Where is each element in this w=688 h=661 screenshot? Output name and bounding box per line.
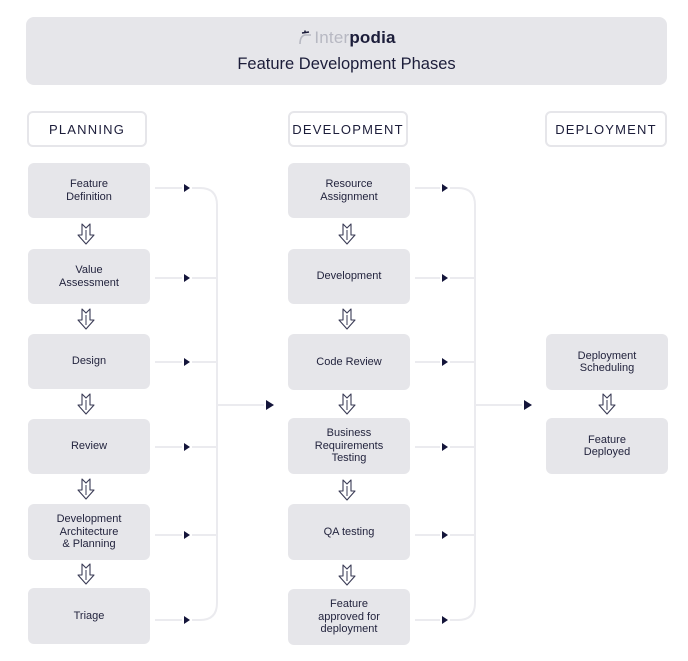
arrowhead-icon bbox=[442, 184, 448, 192]
step-feature-definition: Feature Definition bbox=[28, 163, 150, 218]
connector-dev-1 bbox=[415, 187, 476, 621]
down-arrow-icon bbox=[76, 307, 96, 331]
down-arrow-icon bbox=[337, 307, 357, 331]
step-triage: Triage bbox=[28, 588, 150, 644]
arrowhead-icon bbox=[184, 616, 190, 624]
arrowhead-icon bbox=[184, 358, 190, 366]
step-deployment-scheduling: Deployment Scheduling bbox=[546, 334, 668, 390]
step-value-assessment: Value Assessment bbox=[28, 249, 150, 304]
down-arrow-icon bbox=[337, 392, 357, 416]
connector-planning-1 bbox=[155, 187, 218, 621]
arrowhead-icon bbox=[184, 184, 190, 192]
down-arrow-icon bbox=[597, 392, 617, 416]
arrowhead-icon bbox=[184, 531, 190, 539]
step-feature-approved: Feature approved for deployment bbox=[288, 589, 410, 645]
arrowhead-large-icon bbox=[266, 400, 274, 410]
arrowhead-icon bbox=[442, 358, 448, 366]
step-review: Review bbox=[28, 419, 150, 474]
arrowhead-icon bbox=[442, 443, 448, 451]
arrowhead-large-icon bbox=[524, 400, 532, 410]
step-design: Design bbox=[28, 334, 150, 389]
step-feature-deployed: Feature Deployed bbox=[546, 418, 668, 474]
down-arrow-icon bbox=[76, 562, 96, 586]
arrowhead-icon bbox=[184, 274, 190, 282]
arrowhead-icon bbox=[442, 616, 448, 624]
down-arrow-icon bbox=[76, 477, 96, 501]
step-business-requirements-testing: Business Requirements Testing bbox=[288, 418, 410, 474]
arrowhead-icon bbox=[442, 531, 448, 539]
step-qa-testing: QA testing bbox=[288, 504, 410, 560]
down-arrow-icon bbox=[76, 222, 96, 246]
step-resource-assignment: Resource Assignment bbox=[288, 163, 410, 218]
step-dev-architecture-planning: Development Architecture & Planning bbox=[28, 504, 150, 560]
down-arrow-icon bbox=[337, 222, 357, 246]
down-arrow-icon bbox=[337, 563, 357, 587]
step-development: Development bbox=[288, 249, 410, 304]
arrowhead-icon bbox=[184, 443, 190, 451]
down-arrow-icon bbox=[76, 392, 96, 416]
down-arrow-icon bbox=[337, 478, 357, 502]
step-code-review: Code Review bbox=[288, 334, 410, 390]
arrowhead-icon bbox=[442, 274, 448, 282]
